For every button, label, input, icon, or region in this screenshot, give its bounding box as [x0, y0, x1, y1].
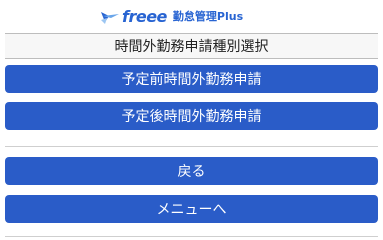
page-title: 時間外勤務申請種別選択 [5, 33, 378, 59]
freee-bird-icon [101, 12, 119, 24]
bottom-divider [5, 236, 378, 237]
app-header: freee 勤怠管理Plus [0, 0, 383, 34]
product-name: 勤怠管理Plus [172, 10, 244, 23]
back-button[interactable]: 戻る [5, 157, 378, 185]
logo-text: freee [122, 6, 167, 26]
freee-logo: freee 勤怠管理Plus [99, 4, 243, 28]
post-overtime-request-button[interactable]: 予定後時間外勤務申請 [5, 102, 378, 130]
pre-overtime-request-button[interactable]: 予定前時間外勤務申請 [5, 65, 378, 93]
divider [5, 146, 378, 147]
menu-button[interactable]: メニューへ [5, 195, 378, 223]
